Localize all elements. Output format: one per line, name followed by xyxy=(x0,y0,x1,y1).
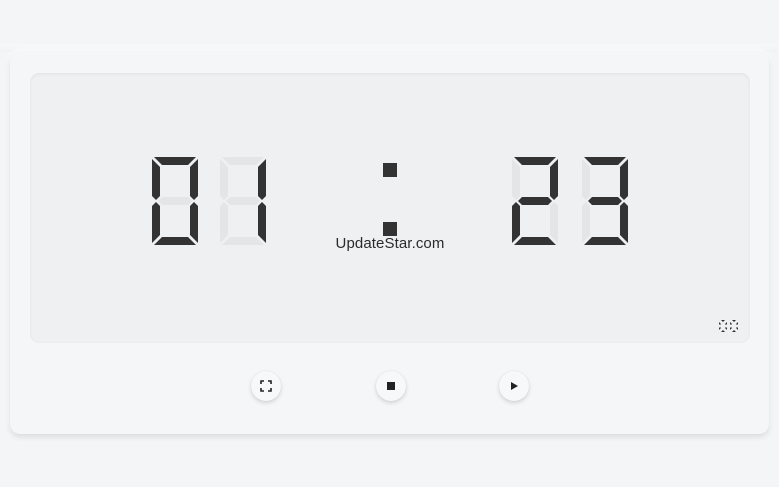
segment-a xyxy=(514,157,556,165)
play-icon xyxy=(511,382,518,390)
stop-icon xyxy=(387,382,395,390)
segment-b xyxy=(725,322,727,325)
segment-a xyxy=(732,320,736,322)
segment-g xyxy=(226,197,260,205)
fullscreen-button[interactable] xyxy=(251,371,281,401)
segment-d xyxy=(732,330,736,332)
seconds-ones-digit xyxy=(582,157,628,245)
segment-e xyxy=(719,327,721,330)
segment-a xyxy=(584,157,626,165)
lcd-digits xyxy=(152,157,628,245)
segment-e xyxy=(220,202,228,243)
card-top-edge xyxy=(0,44,779,52)
segment-d xyxy=(514,237,556,245)
segment-e xyxy=(512,202,520,243)
colon-bottom-dot xyxy=(383,222,397,236)
segment-e xyxy=(730,327,732,330)
stopwatch-card: UpdateStar.com xyxy=(10,52,769,434)
segment-e xyxy=(582,202,590,243)
segment-e xyxy=(152,202,160,243)
segment-f xyxy=(582,159,590,200)
segment-g xyxy=(588,197,622,205)
colon-top-dot xyxy=(383,163,397,177)
segment-f xyxy=(152,159,160,200)
segment-c xyxy=(620,202,628,243)
segment-b xyxy=(550,159,558,200)
lcd-display: UpdateStar.com xyxy=(30,73,750,343)
segment-c xyxy=(190,202,198,243)
stop-button[interactable] xyxy=(376,371,406,401)
segment-d xyxy=(721,330,725,332)
segment-a xyxy=(154,157,196,165)
segment-f xyxy=(730,322,732,325)
segment-g xyxy=(518,197,552,205)
segment-d xyxy=(154,237,196,245)
segment-c xyxy=(725,327,727,330)
segment-b xyxy=(190,159,198,200)
fullscreen-icon xyxy=(260,380,272,392)
watermark-text: UpdateStar.com xyxy=(335,235,445,252)
minutes-tens-digit xyxy=(152,157,198,245)
seconds-tens-digit xyxy=(512,157,558,245)
segment-c xyxy=(550,202,558,243)
segment-f xyxy=(719,322,721,325)
hundredths-ones-digit xyxy=(730,320,738,332)
hundredths-tens-digit xyxy=(719,320,727,332)
segment-c xyxy=(736,327,738,330)
segment-b xyxy=(258,159,266,200)
segment-a xyxy=(222,157,264,165)
segment-f xyxy=(220,159,228,200)
hundredths-display xyxy=(719,320,738,332)
segment-f xyxy=(512,159,520,200)
segment-b xyxy=(620,159,628,200)
play-button[interactable] xyxy=(499,371,529,401)
segment-b xyxy=(736,322,738,325)
segment-g xyxy=(158,197,192,205)
segment-c xyxy=(258,202,266,243)
segment-d xyxy=(222,237,264,245)
segment-a xyxy=(721,320,725,322)
minutes-ones-digit xyxy=(220,157,266,245)
segment-d xyxy=(584,237,626,245)
